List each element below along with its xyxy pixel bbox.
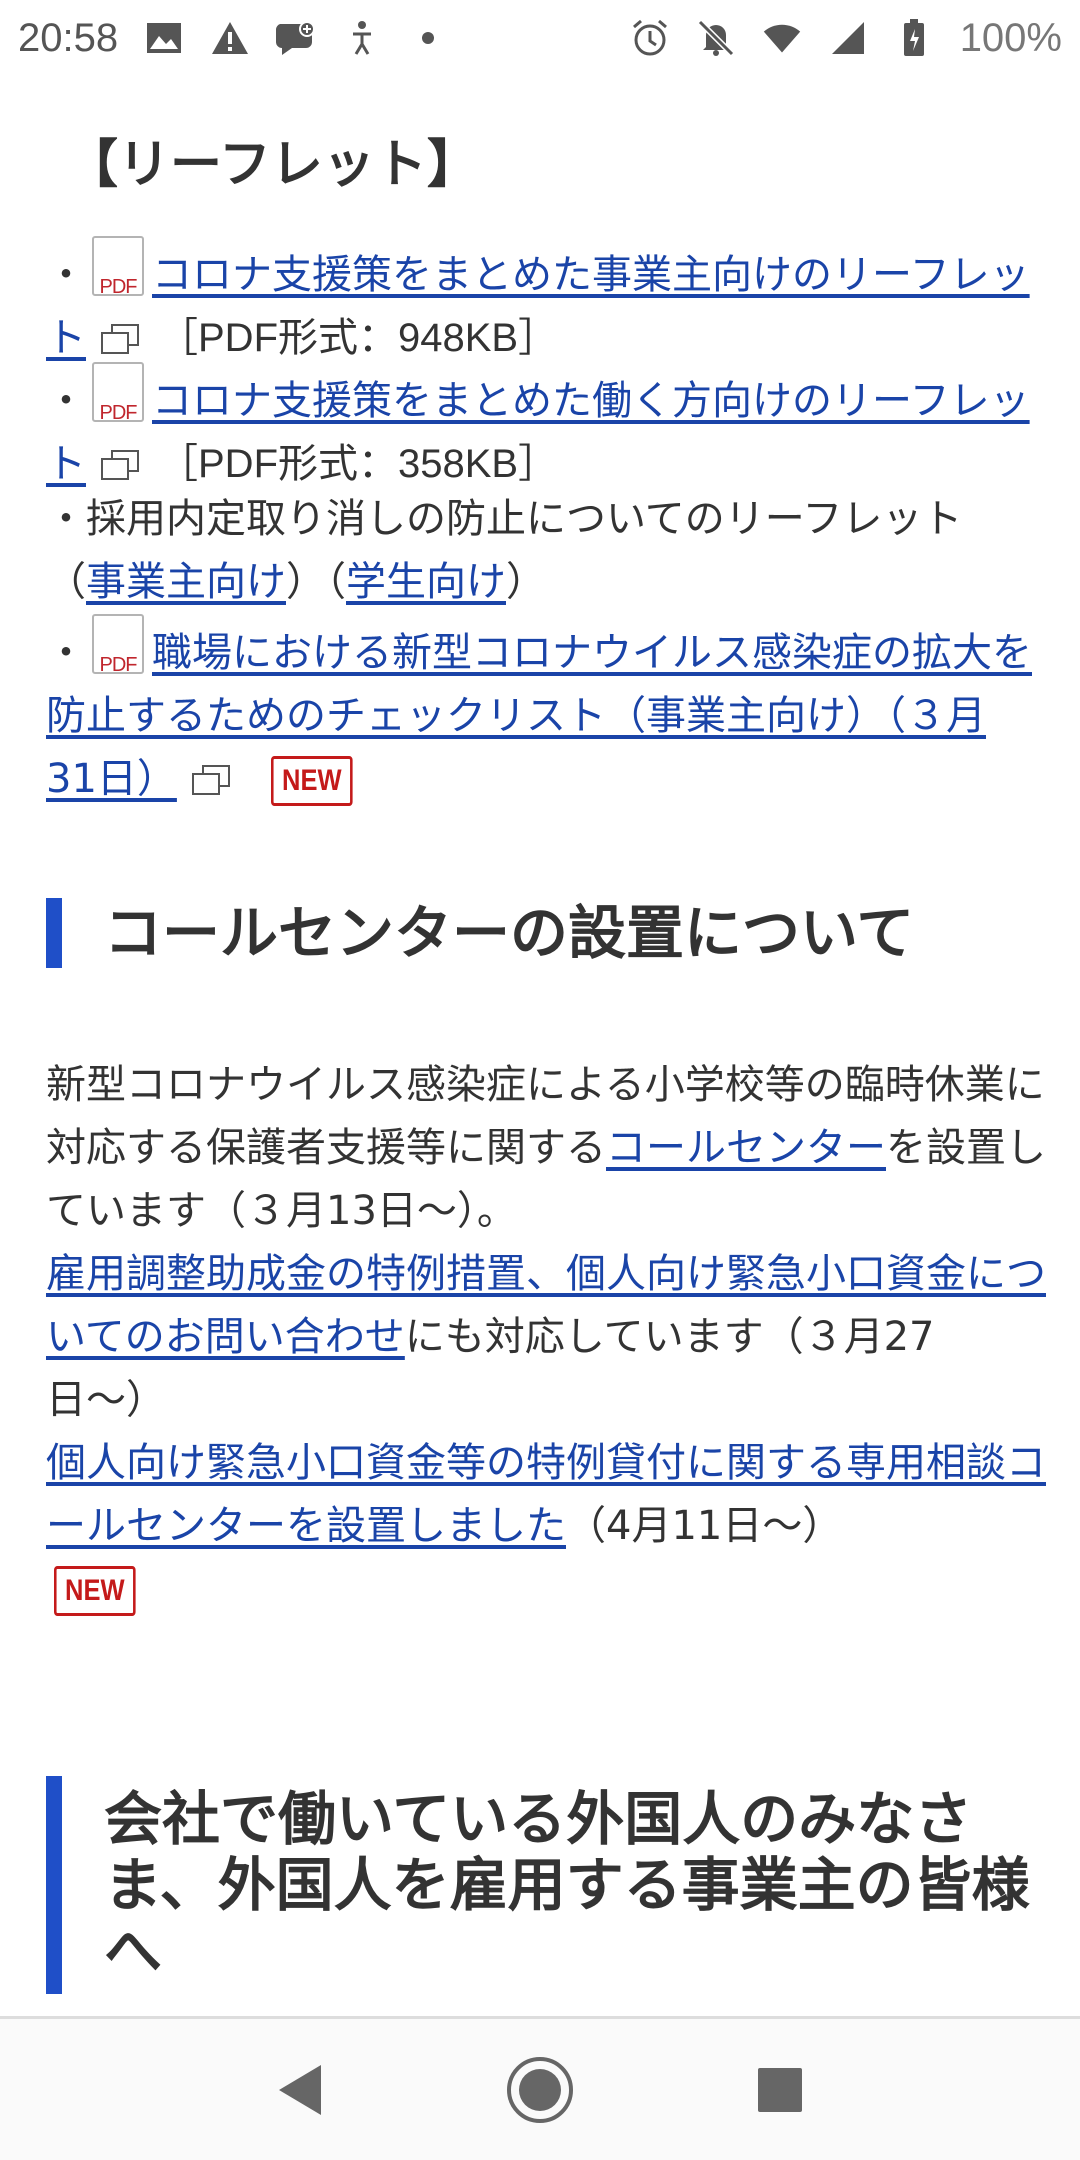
call-center-link[interactable]: コールセンター xyxy=(606,1125,886,1171)
call-center-heading: コールセンターの設置について xyxy=(46,898,1036,968)
item-text: 採用内定取り消しの防止についてのリーフレット xyxy=(86,496,963,542)
pdf-icon: PDF xyxy=(92,362,144,424)
leaflet-list-item: ・採用内定取り消しの防止についてのリーフレット （事業主向け）（学生向け） xyxy=(46,488,1036,614)
wifi-icon xyxy=(762,18,802,58)
pdf-icon: PDF xyxy=(92,614,144,676)
foreign-workers-heading: 会社で働いている外国人のみなさま、外国人を雇用する事業主の皆様へ xyxy=(46,1776,1036,1994)
bullet: ・ xyxy=(46,378,86,424)
loan-call-center-link[interactable]: 個人向け緊急小口資金等の特例貸付に関する専用相談コールセンターを設置しました xyxy=(46,1440,1046,1549)
chat-add-icon xyxy=(276,18,316,58)
home-icon xyxy=(507,2056,573,2123)
external-window-icon xyxy=(191,765,230,795)
bullet: ・ xyxy=(46,630,86,676)
leaflet-section-title: 【リーフレット】 xyxy=(66,135,479,195)
warning-icon xyxy=(210,18,250,58)
status-left: 20:58 xyxy=(18,16,448,61)
recents-button[interactable] xyxy=(740,2050,820,2130)
navigation-bar xyxy=(0,2016,1080,2160)
external-window-icon xyxy=(101,324,139,354)
paren: （ xyxy=(326,559,346,605)
bell-off-icon xyxy=(696,18,736,58)
accessibility-icon xyxy=(342,18,382,58)
dot-icon xyxy=(408,18,448,58)
battery-icon xyxy=(894,18,934,58)
page-content[interactable]: 【リーフレット】 ・ PDF コロナ支援策をまとめた事業主向けのリーフレット ［PDF… xyxy=(0,76,1080,2016)
call-center-paragraph: 新型コロナウイルス感染症による小学校等の臨時休業に対応する保護者支援等に関するコ… xyxy=(46,1054,1046,1621)
status-right: 100% xyxy=(630,16,1062,61)
pdf-icon: PDF xyxy=(92,236,144,298)
status-time: 20:58 xyxy=(18,15,119,60)
external-window-icon xyxy=(101,450,139,480)
new-badge: NEW xyxy=(54,1566,136,1616)
back-button[interactable] xyxy=(260,2050,340,2130)
new-badge: NEW xyxy=(270,756,353,806)
recents-icon xyxy=(758,2067,802,2112)
screen: 20:58 100% 【リーフレット】 ・ PDF コロナ支援策をまとめた事業主… xyxy=(0,0,1080,2160)
bullet: ・ xyxy=(46,252,86,298)
leaflet-list-item: ・ PDF コロナ支援策をまとめた事業主向けのリーフレット ［PDF形式：948KB］ xyxy=(46,236,1036,370)
paragraph-text: （4月11日〜） xyxy=(566,1503,843,1549)
bullet: ・ xyxy=(46,496,86,542)
paren: ） xyxy=(286,559,326,605)
image-icon xyxy=(144,18,184,58)
paren: ） xyxy=(506,559,546,605)
leaflet-list-item: ・ PDF 職場における新型コロナウイルス感染症の拡大を防止するためのチェックリスト… xyxy=(46,614,1036,811)
home-button[interactable] xyxy=(500,2050,580,2130)
battery-percent: 100% xyxy=(959,15,1062,60)
file-size: ［PDF形式：948KB］ xyxy=(158,316,559,360)
signal-icon xyxy=(828,18,868,58)
paren: （ xyxy=(46,559,86,605)
leaflet-list-item: ・ PDF コロナ支援策をまとめた働く方向けのリーフレット ［PDF形式：358KB］ xyxy=(46,362,1036,496)
student-link[interactable]: 学生向け xyxy=(346,559,506,605)
employer-link[interactable]: 事業主向け xyxy=(86,559,286,605)
status-bar: 20:58 100% xyxy=(0,0,1080,76)
file-size: ［PDF形式：358KB］ xyxy=(158,442,559,486)
back-icon xyxy=(279,2064,321,2115)
alarm-icon xyxy=(630,18,670,58)
